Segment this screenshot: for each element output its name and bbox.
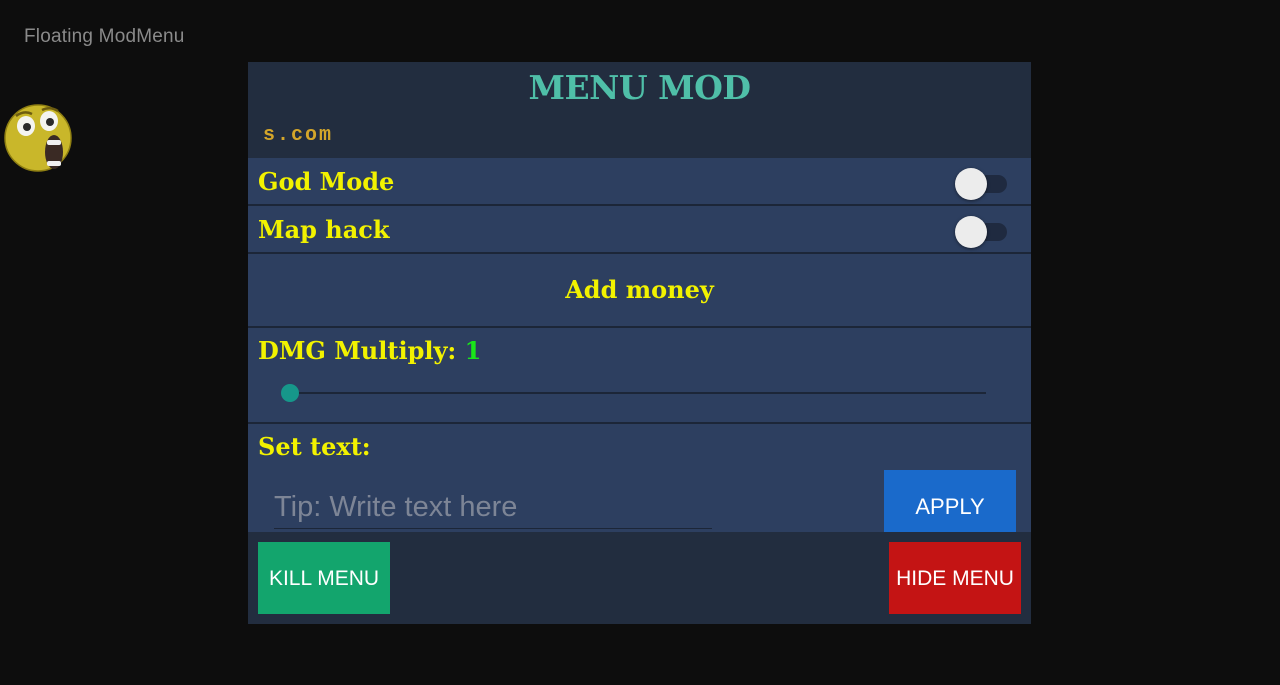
switch-thumb	[955, 168, 987, 200]
dmg-multiply-value: 1	[464, 336, 482, 365]
menu-subtitle: s.com	[263, 124, 334, 147]
set-text-label: Set text:	[258, 432, 371, 461]
map-hack-label: Map hack	[258, 215, 390, 244]
apply-button[interactable]: APPLY	[884, 470, 1016, 532]
dmg-multiply-label-text: DMG Multiply:	[258, 336, 465, 365]
god-mode-label: God Mode	[258, 167, 395, 196]
god-mode-switch[interactable]	[955, 168, 1007, 200]
switch-thumb	[955, 216, 987, 248]
surprised-face-icon[interactable]	[4, 104, 72, 172]
dmg-multiply-row: DMG Multiply: 1	[248, 328, 1031, 424]
mod-menu-panel: MENU MOD s.com God Mode Map hack Add mon…	[248, 62, 1031, 624]
kill-menu-button[interactable]: KILL MENU	[258, 542, 390, 614]
toggle-row-map-hack: Map hack	[248, 206, 1031, 254]
dmg-multiply-slider-track[interactable]	[290, 392, 986, 394]
dmg-multiply-label: DMG Multiply: 1	[258, 336, 481, 365]
hide-menu-button[interactable]: HIDE MENU	[889, 542, 1021, 614]
dmg-multiply-slider-thumb[interactable]	[281, 384, 299, 402]
menu-footer: KILL MENU HIDE MENU	[248, 532, 1031, 624]
set-text-row: Set text: APPLY	[248, 424, 1031, 532]
map-hack-switch[interactable]	[955, 216, 1007, 248]
app-title: Floating ModMenu	[24, 26, 185, 47]
menu-title: MENU MOD	[528, 68, 751, 107]
menu-scroll-area[interactable]: God Mode Map hack Add money DMG Multiply…	[248, 158, 1031, 532]
add-money-button[interactable]: Add money	[248, 254, 1031, 328]
toggle-row-god-mode: God Mode	[248, 158, 1031, 206]
set-text-input[interactable]	[274, 486, 712, 529]
